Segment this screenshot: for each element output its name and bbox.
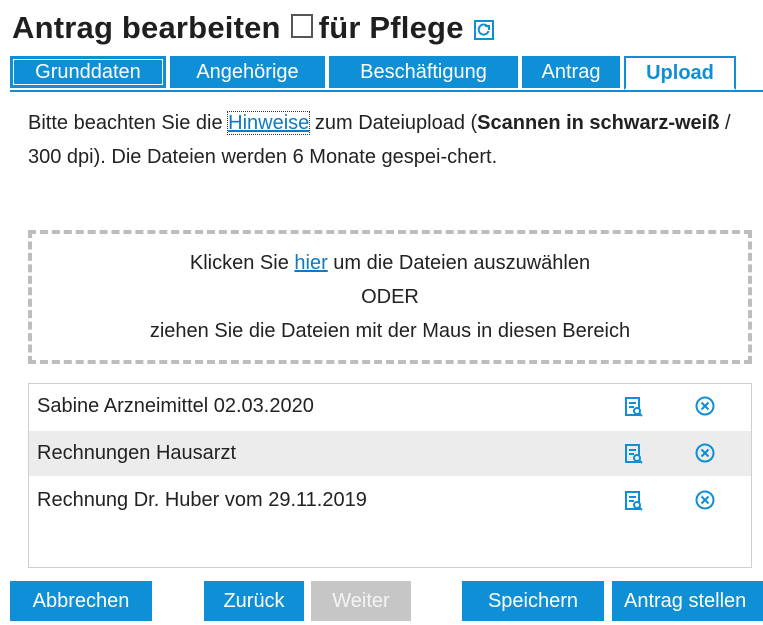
select-files-link[interactable]: hier	[294, 252, 327, 274]
tab-bar: Grunddaten Angehörige Beschäftigung Antr…	[10, 56, 763, 92]
file-name: Sabine Arzneimittel 02.03.2020	[37, 395, 314, 417]
dropzone-text-before: Klicken Sie	[189, 252, 295, 274]
document-preview-icon[interactable]	[625, 444, 643, 469]
file-row: Rechnung Dr. Huber vom 29.11.2019	[29, 478, 751, 523]
title-checkbox[interactable]	[290, 14, 313, 38]
uploaded-files-list: Sabine Arzneimittel 02.03.2020 Rechnunge…	[28, 383, 752, 568]
file-name: Rechnungen Hausarzt	[37, 442, 237, 464]
dropzone-text-after: um die Dateien auszuwählen	[327, 252, 591, 274]
tab-upload[interactable]: Upload	[624, 56, 736, 90]
tab-antrag[interactable]: Antrag	[522, 56, 620, 88]
dropzone-line-1: Klicken Sie hier um die Dateien auszuwäh…	[190, 246, 590, 280]
submit-application-button[interactable]: Antrag stellen	[612, 581, 763, 621]
document-preview-icon[interactable]	[625, 491, 643, 516]
cancel-button[interactable]: Abbrechen	[10, 581, 152, 621]
file-row: Rechnungen Hausarzt	[29, 431, 751, 476]
next-button[interactable]: Weiter	[311, 581, 411, 621]
page-title-context: für Pflege	[318, 10, 464, 45]
upload-instructions: Bitte beachten Sie die Hinweise zum Date…	[28, 106, 748, 174]
tab-angehoerige[interactable]: Angehörige	[170, 56, 325, 88]
page-title: Antrag bearbeiten für Pflege	[12, 8, 494, 48]
back-button[interactable]: Zurück	[204, 581, 304, 621]
refresh-icon[interactable]	[473, 19, 494, 45]
tab-grunddaten[interactable]: Grunddaten	[10, 56, 166, 88]
save-button[interactable]: Speichern	[462, 581, 604, 621]
dropzone-line-3: ziehen Sie die Dateien mit der Maus in d…	[149, 320, 631, 342]
hinweise-link[interactable]: Hinweise	[227, 111, 311, 135]
dropzone-line-2: ODER	[361, 286, 419, 308]
upload-page: Antrag bearbeiten für Pflege Grunddaten …	[0, 0, 763, 625]
remove-circle-icon[interactable]	[695, 490, 715, 515]
info-bold-text: Scannen in schwarz-weiß	[477, 112, 720, 134]
file-drop-zone[interactable]: Klicken Sie hier um die Dateien auszuwäh…	[28, 230, 752, 364]
file-row: Sabine Arzneimittel 02.03.2020	[29, 384, 751, 429]
remove-circle-icon[interactable]	[695, 396, 715, 421]
remove-circle-icon[interactable]	[695, 443, 715, 468]
info-text-middle: zum Dateiupload (	[309, 112, 478, 134]
page-title-main: Antrag bearbeiten	[12, 10, 281, 45]
file-name: Rechnung Dr. Huber vom 29.11.2019	[37, 489, 367, 511]
document-preview-icon[interactable]	[625, 397, 643, 422]
info-text-start: Bitte beachten Sie die	[28, 112, 229, 134]
tab-beschaeftigung[interactable]: Beschäftigung	[329, 56, 518, 88]
